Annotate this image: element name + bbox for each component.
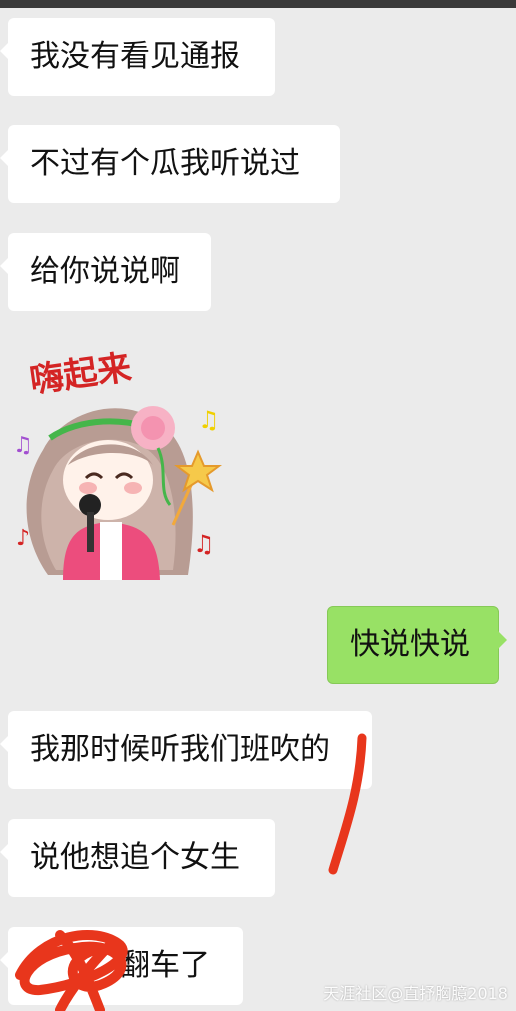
message-bubble-outgoing[interactable]: 快说快说: [327, 606, 507, 684]
message-bubble-incoming[interactable]: 给你说说啊: [0, 233, 211, 311]
svg-text:♫: ♫: [193, 530, 215, 558]
message-bubble-incoming[interactable]: 翻车了: [0, 927, 243, 1005]
message-bubble-incoming[interactable]: 我没有看见通报: [0, 18, 275, 96]
singing-girl-sticker-icon: 嗨起来 ♫ ♫ ♪ ♫: [13, 348, 222, 580]
sticker-image[interactable]: 嗨起来 ♫ ♫ ♪ ♫: [8, 340, 230, 585]
watermark: 天涯社区@直抒胸臆2018: [323, 984, 508, 1003]
message-bubble-incoming[interactable]: 说他想追个女生: [0, 819, 275, 897]
svg-text:♫: ♫: [13, 433, 33, 458]
message-text: 说他想追个女生: [30, 840, 240, 875]
svg-text:♫: ♫: [198, 406, 220, 434]
message-text: 给你说说啊: [30, 254, 180, 289]
message-bubble-incoming[interactable]: 我那时候听我们班吹的: [0, 711, 372, 789]
message-text: 我那时候听我们班吹的: [30, 732, 330, 767]
sticker-caption-char: 嗨起来: [27, 348, 134, 402]
message-bubble-incoming[interactable]: 不过有个瓜我听说过: [0, 125, 340, 203]
svg-text:♪: ♪: [16, 526, 30, 551]
message-text: 不过有个瓜我听说过: [30, 146, 300, 181]
message-text: 翻车了: [120, 948, 210, 983]
status-bar: [0, 0, 516, 8]
message-text: 快说快说: [350, 627, 470, 662]
message-text: 我没有看见通报: [30, 39, 240, 74]
